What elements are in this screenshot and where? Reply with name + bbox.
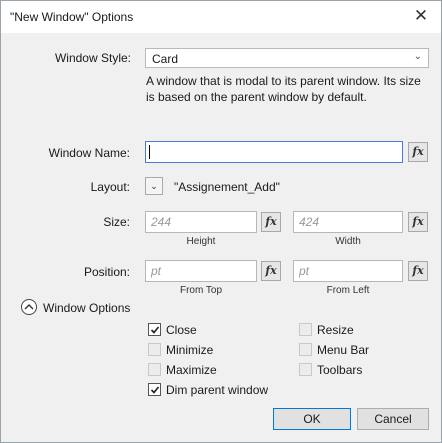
text-cursor [149,145,150,159]
layout-dropdown-button[interactable]: ⌄ [145,177,163,195]
layout-label: Layout: [90,180,130,194]
from-left-formula-button[interactable]: fx [408,261,428,281]
height-input[interactable] [146,212,256,232]
close-checkbox[interactable] [148,323,161,336]
chevron-down-icon: ⌄ [413,51,422,62]
height-caption: Height [186,236,216,247]
minimize-checkbox[interactable] [148,343,161,356]
checkmark-icon [150,386,160,394]
window-style-description: A window that is modal to its parent win… [146,74,421,104]
toolbars-option-label: Toolbars [317,363,363,377]
cancel-button[interactable]: Cancel [357,408,429,430]
from-top-input[interactable] [146,261,256,281]
window-style-value: Card [152,52,179,66]
from-top-formula-button[interactable]: fx [261,261,281,281]
minimize-option-label: Minimize [166,343,214,357]
dialog-title: "New Window" Options [10,10,134,24]
position-label: Position: [83,265,130,279]
width-caption: Width [335,236,361,247]
window-name-formula-button[interactable]: fx [408,142,428,162]
checkmark-icon [150,326,160,334]
chevron-up-icon [24,304,34,310]
toolbars-checkbox[interactable] [299,363,312,376]
from-left-input[interactable] [294,261,402,281]
maximize-checkbox[interactable] [148,363,161,376]
window-name-field[interactable] [145,141,403,163]
window-style-select[interactable]: Card ⌄ [145,48,429,68]
dim-parent-window-option-label: Dim parent window [166,383,269,397]
close-option-label: Close [166,323,197,337]
resize-option-label: Resize [317,323,354,337]
resize-checkbox[interactable] [299,323,312,336]
dim-parent-window-checkbox[interactable] [148,383,161,396]
from-left-caption: From Left [326,285,370,296]
from-top-caption: From Top [179,285,223,296]
from-left-field[interactable] [293,260,403,282]
window-name-input[interactable] [146,142,402,162]
collapse-window-options-button[interactable] [21,299,37,315]
ok-button[interactable]: OK [273,408,351,430]
new-window-options-dialog: "New Window" Options ✕ Window Style: Car… [0,0,442,443]
width-field[interactable] [293,211,403,233]
width-input[interactable] [294,212,402,232]
height-field[interactable] [145,211,257,233]
window-style-label: Window Style: [54,51,131,65]
title-bar: "New Window" Options ✕ [1,1,441,33]
maximize-option-label: Maximize [166,363,217,377]
menu-bar-option-label: Menu Bar [317,343,370,357]
width-formula-button[interactable]: fx [408,212,428,232]
from-top-field[interactable] [145,260,257,282]
height-formula-button[interactable]: fx [261,212,281,232]
window-name-label: Window Name: [48,146,130,160]
menu-bar-checkbox[interactable] [299,343,312,356]
size-label: Size: [103,215,130,229]
close-icon[interactable]: ✕ [411,6,431,26]
layout-value: "Assignement_Add" [174,180,280,194]
window-options-header: Window Options [43,301,131,315]
